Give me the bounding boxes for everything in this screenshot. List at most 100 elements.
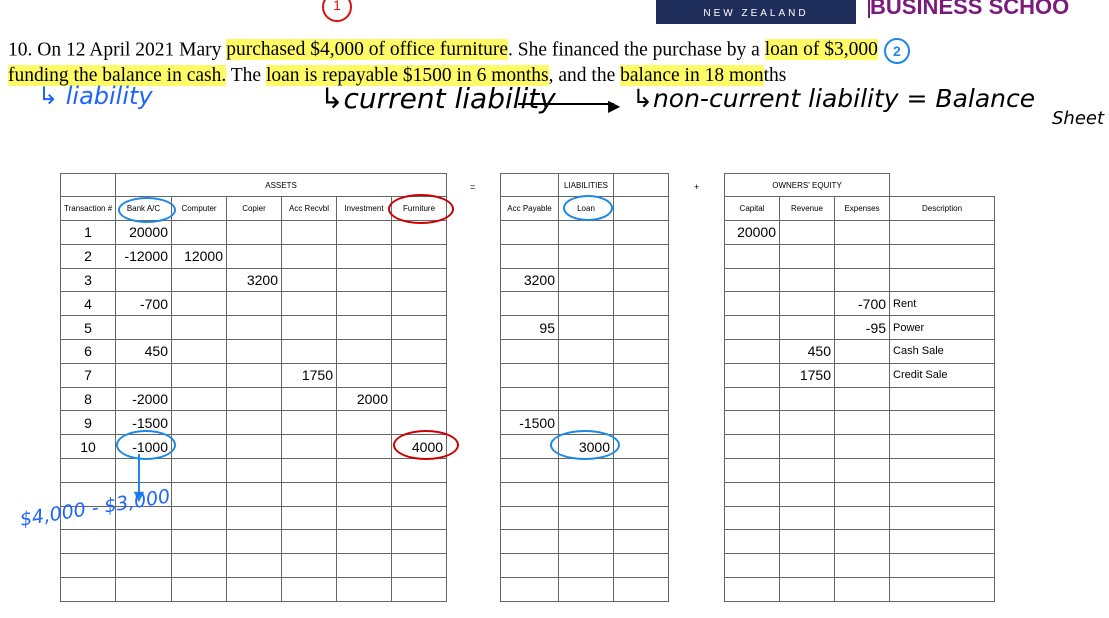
cell-bank bbox=[115, 457, 172, 483]
cell-bank: -12000 bbox=[115, 243, 172, 269]
cell-revenue bbox=[779, 529, 835, 555]
cell-description bbox=[889, 505, 996, 531]
table-row: 95 bbox=[500, 315, 669, 340]
cell-acc-payable bbox=[500, 576, 559, 602]
cell-bank: -700 bbox=[115, 291, 172, 317]
cell-loan bbox=[558, 505, 614, 531]
cell-investment bbox=[336, 267, 392, 293]
cell-bank: 20000 bbox=[115, 220, 172, 245]
cell-description: Credit Sale bbox=[889, 362, 996, 388]
cell-acc-payable bbox=[500, 243, 559, 269]
cell-revenue bbox=[779, 243, 835, 269]
table-row: 5 bbox=[60, 315, 448, 340]
cell-expenses bbox=[833, 529, 891, 555]
cell-investment bbox=[336, 457, 392, 483]
cell-acc-payable: -1500 bbox=[500, 410, 559, 436]
cell-description bbox=[889, 410, 996, 436]
cell-blank bbox=[613, 410, 669, 436]
cell-capital: 20000 bbox=[724, 220, 780, 245]
red-circled-number: 1 bbox=[322, 0, 352, 22]
cell-transaction bbox=[60, 529, 116, 555]
cell-expenses bbox=[833, 362, 891, 388]
table-row bbox=[724, 529, 996, 555]
cell-copier bbox=[226, 220, 282, 245]
handwritten-current-liability: ↳current liability bbox=[320, 82, 556, 115]
cell-capital bbox=[724, 481, 780, 507]
cell-capital bbox=[724, 315, 780, 340]
cell-bank bbox=[115, 553, 172, 578]
cell-acc-payable bbox=[500, 553, 559, 578]
cell-acc-recvbl bbox=[281, 434, 337, 459]
cell-acc-recvbl bbox=[281, 338, 337, 364]
table-row bbox=[724, 243, 996, 269]
cell-revenue bbox=[779, 315, 835, 340]
cell-investment bbox=[336, 291, 392, 317]
col-header-investment: Investment bbox=[336, 196, 392, 221]
cell-blank bbox=[613, 576, 669, 602]
table-row bbox=[724, 410, 996, 436]
col-header-transaction: Transaction # bbox=[60, 196, 116, 221]
cell-bank bbox=[115, 529, 172, 555]
cell-copier bbox=[226, 386, 282, 412]
cell-revenue bbox=[779, 576, 835, 602]
cell-investment bbox=[336, 481, 392, 507]
cell-computer bbox=[171, 481, 227, 507]
table-row bbox=[500, 220, 669, 245]
cell-copier bbox=[226, 338, 282, 364]
table-row: 6 450 bbox=[60, 338, 448, 364]
plus-sign: + bbox=[694, 182, 700, 192]
table-row bbox=[60, 529, 448, 555]
table-row bbox=[500, 291, 669, 317]
table-row bbox=[724, 267, 996, 293]
table-row: 3 3200 bbox=[60, 267, 448, 293]
cell-transaction: 3 bbox=[60, 267, 116, 293]
empty-cell bbox=[889, 173, 995, 197]
cell-revenue bbox=[779, 220, 835, 245]
cell-capital bbox=[724, 338, 780, 364]
cell-expenses bbox=[833, 410, 891, 436]
liabilities-group-header: LIABILITIES bbox=[558, 173, 614, 197]
cell-acc-recvbl bbox=[281, 505, 337, 531]
cell-copier bbox=[226, 457, 282, 483]
cell-revenue bbox=[779, 434, 835, 459]
cell-description bbox=[889, 457, 996, 483]
table-row: -95 Power bbox=[724, 315, 996, 340]
cell-expenses bbox=[833, 386, 891, 412]
cell-revenue: 1750 bbox=[779, 362, 835, 388]
cell-loan bbox=[558, 576, 614, 602]
cell-acc-payable bbox=[500, 457, 559, 483]
cell-investment bbox=[336, 505, 392, 531]
cell-transaction: 9 bbox=[60, 410, 116, 436]
cell-transaction bbox=[60, 576, 116, 602]
blue-oval-loan-header bbox=[563, 195, 613, 221]
blue-circled-number: 2 bbox=[883, 38, 910, 64]
cell-revenue bbox=[779, 386, 835, 412]
cell-revenue bbox=[779, 553, 835, 578]
table-row bbox=[500, 457, 669, 483]
cell-description bbox=[889, 576, 996, 602]
table-row: 9 -1500 bbox=[60, 410, 448, 436]
cell-acc-payable: 3200 bbox=[500, 267, 559, 293]
cell-copier bbox=[226, 576, 282, 602]
table-row bbox=[500, 362, 669, 388]
cell-copier bbox=[226, 291, 282, 317]
cell-loan bbox=[558, 529, 614, 555]
cell-expenses bbox=[833, 434, 891, 459]
col-header-revenue: Revenue bbox=[779, 196, 835, 221]
cell-loan bbox=[558, 267, 614, 293]
cell-loan bbox=[558, 362, 614, 388]
cell-loan bbox=[558, 315, 614, 340]
cell-expenses bbox=[833, 243, 891, 269]
table-row bbox=[500, 386, 669, 412]
cell-description: Cash Sale bbox=[889, 338, 996, 364]
cell-investment bbox=[336, 529, 392, 555]
cell-investment bbox=[336, 338, 392, 364]
cell-furniture bbox=[390, 481, 448, 507]
cell-transaction: 2 bbox=[60, 243, 116, 269]
cell-loan bbox=[558, 291, 614, 317]
cell-computer bbox=[171, 553, 227, 578]
col-header-copier: Copier bbox=[226, 196, 282, 221]
cell-description: Power bbox=[889, 315, 996, 340]
cell-expenses: -700 bbox=[833, 291, 891, 317]
cell-computer bbox=[171, 220, 227, 245]
